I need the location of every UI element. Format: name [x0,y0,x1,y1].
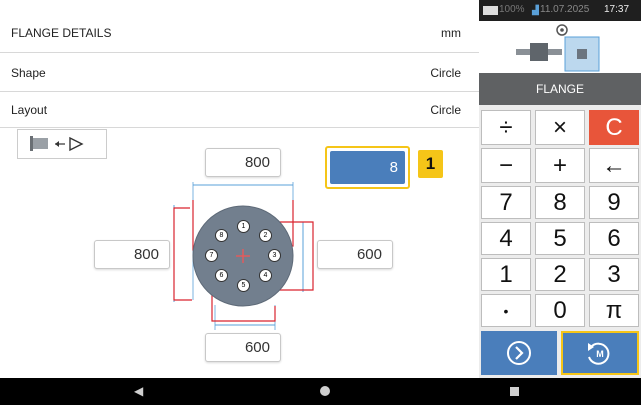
measure-rotate-icon: M [588,342,610,365]
shape-row[interactable]: Shape Circle [0,53,479,92]
bolt-count-input[interactable]: 8 [330,151,405,184]
key-2[interactable]: 2 [535,258,585,291]
signal-icon: ▟ [532,5,539,15]
layout-row[interactable]: Layout Circle [0,92,479,128]
battery-icon [483,6,498,15]
right-dimension-input[interactable]: 600 [317,240,393,269]
recents-icon[interactable] [510,387,519,396]
key-0[interactable]: 0 [535,294,585,327]
svg-text:M: M [596,349,604,359]
flange-diagram [173,182,314,330]
measure-button[interactable]: M [561,331,639,375]
flange-details-panel: FLANGE DETAILS mm Shape Circle Layout Ci… [0,0,479,378]
layout-value: Circle [430,103,461,117]
page-title: FLANGE DETAILS [11,26,112,40]
key-minus[interactable]: − [481,148,531,183]
bolt-hole[interactable]: 6 [215,269,228,282]
flange-machine-icon [516,24,600,72]
top-dimension-input[interactable]: 800 [205,148,281,177]
keypad-panel: 100% ▟ 11.07.2025 17:37 FLANGE ÷ × C − +… [479,0,641,378]
view-direction-icon [30,136,84,152]
home-icon[interactable] [320,386,330,396]
bolt-hole[interactable]: 1 [237,220,250,233]
next-circle-icon [507,341,531,365]
key-plus[interactable]: + [535,148,585,183]
key-8[interactable]: 8 [535,186,585,219]
key-divide[interactable]: ÷ [481,110,531,145]
view-direction-button[interactable] [17,129,107,159]
system-navigation-bar: ◀ [0,378,641,405]
key-clear[interactable]: C [589,110,639,145]
panel-title: FLANGE [535,82,584,96]
key-3[interactable]: 3 [589,258,639,291]
bolt-hole[interactable]: 2 [259,229,272,242]
key-1[interactable]: 1 [481,258,531,291]
bottom-dimension-input[interactable]: 600 [205,333,281,362]
bolt-hole[interactable]: 5 [237,279,250,292]
bolt-hole[interactable]: 8 [215,229,228,242]
layout-label: Layout [11,103,48,117]
bolt-hole[interactable]: 7 [205,249,218,262]
unit-label: mm [441,26,461,40]
key-pi[interactable]: π [589,294,639,327]
key-7[interactable]: 7 [481,186,531,219]
header-row: FLANGE DETAILS mm [0,0,479,53]
callout-badge: 1 [418,150,443,178]
next-button[interactable] [481,331,557,375]
key-multiply[interactable]: × [535,110,585,145]
status-bar: 100% ▟ 11.07.2025 17:37 [479,0,641,21]
status-time: 17:37 [604,4,630,15]
key-5[interactable]: 5 [535,222,585,255]
battery-level: 100% [499,4,525,15]
key-decimal[interactable]: • [481,294,531,327]
shape-label: Shape [11,66,46,80]
bolt-count-input-frame[interactable]: 8 [325,146,410,189]
bolt-hole[interactable]: 4 [259,269,272,282]
key-4[interactable]: 4 [481,222,531,255]
machine-thumbnail [479,21,641,73]
left-dimension-input[interactable]: 800 [94,240,170,269]
key-backspace[interactable]: ← [589,148,639,183]
bolt-hole[interactable]: 3 [268,249,281,262]
key-6[interactable]: 6 [589,222,639,255]
shape-value: Circle [430,66,461,80]
back-icon[interactable]: ◀ [134,384,143,398]
panel-title-bar: FLANGE [479,73,641,105]
status-date: 11.07.2025 [540,4,590,15]
key-9[interactable]: 9 [589,186,639,219]
